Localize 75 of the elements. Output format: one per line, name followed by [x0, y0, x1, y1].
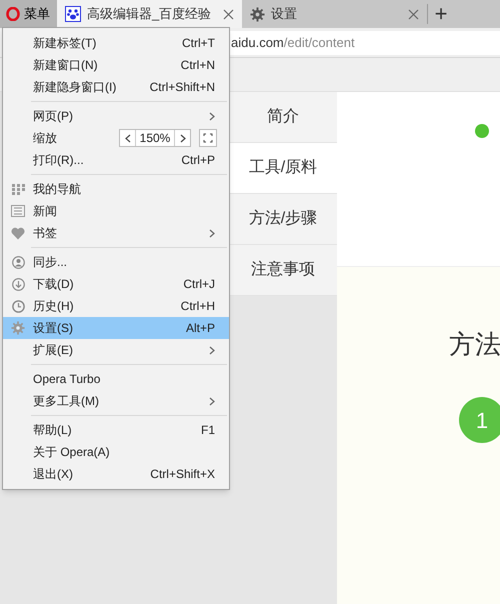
shortcut-label: Ctrl+Shift+X	[150, 466, 215, 483]
menu-item[interactable]: 我的导航	[3, 178, 229, 200]
menu-label: 我的导航	[33, 181, 82, 198]
shortcut-label: Ctrl+N	[180, 57, 215, 74]
menu-item[interactable]: 网页(P)	[3, 105, 229, 127]
clock-icon	[12, 300, 24, 312]
menu-label: 设置(S)	[33, 320, 74, 337]
opera-logo-icon	[6, 7, 20, 21]
newspaper-icon	[11, 205, 25, 217]
menu-label: 打印(R)...	[33, 152, 85, 169]
menu-item[interactable]: 书签	[3, 222, 229, 244]
menu-item[interactable]: 打印(R)... Ctrl+P	[3, 149, 229, 171]
menu-label: 下载(D)	[33, 276, 75, 293]
shortcut-label: Alt+P	[186, 320, 215, 337]
menu-item[interactable]: 扩展(E)	[3, 339, 229, 361]
nav-item[interactable]: 方法/步骤	[229, 194, 337, 245]
menu-item[interactable]: 历史(H) Ctrl+H	[3, 295, 229, 317]
menu-item[interactable]: 退出(X) Ctrl+Shift+X	[3, 463, 229, 485]
nav-item[interactable]: 工具/原料	[229, 143, 337, 194]
fullscreen-icon	[203, 133, 213, 143]
shortcut-label: Ctrl+P	[181, 152, 215, 169]
menu-item[interactable]: 新建隐身窗口(I) Ctrl+Shift+N	[3, 76, 229, 98]
grid-icon	[12, 184, 24, 194]
menu-label: 历史(H)	[33, 298, 75, 315]
menu-label: 网页(P)	[33, 108, 74, 125]
chevron-right-icon	[209, 228, 215, 238]
fullscreen-button[interactable]	[199, 129, 217, 147]
chevron-right-icon	[209, 396, 215, 406]
menu-item[interactable]: 新建标签(T) Ctrl+T	[3, 32, 229, 54]
shortcut-label: Ctrl+H	[180, 298, 215, 315]
section-heading: 方法	[449, 328, 500, 361]
menu-label: 新建标签(T)	[33, 35, 98, 52]
shortcut-label: Ctrl+T	[182, 35, 215, 52]
menu-item[interactable]: 新建窗口(N) Ctrl+N	[3, 54, 229, 76]
shortcut-label: Ctrl+J	[183, 276, 215, 293]
chevron-right-icon	[180, 134, 186, 142]
nav-item[interactable]: 简介	[229, 92, 337, 143]
close-icon[interactable]	[223, 8, 234, 20]
paw-icon	[65, 6, 81, 22]
new-tab-button[interactable]: +	[428, 0, 454, 28]
menu-item[interactable]: 更多工具(M)	[3, 390, 229, 412]
user-icon	[12, 256, 24, 268]
menu-label: 退出(X)	[33, 466, 74, 483]
menu-item[interactable]: 关于 Opera(A)	[3, 441, 229, 463]
shortcut-label: F1	[200, 422, 215, 439]
address-field[interactable]: aidu.com/edit/content	[229, 30, 500, 54]
menu-item[interactable]: Opera Turbo	[3, 368, 229, 390]
menu-label: 帮助(L)	[33, 422, 73, 439]
menu-label: 扩展(E)	[33, 342, 74, 359]
menu-label: 新闻	[33, 203, 58, 220]
menu-item[interactable]: 新闻	[3, 200, 229, 222]
nav-item[interactable]: 注意事项	[229, 245, 337, 296]
shortcut-label: Ctrl+Shift+N	[150, 79, 215, 96]
menu-label: 新建隐身窗口(I)	[33, 79, 118, 96]
menu-item[interactable]: 设置(S) Alt+P	[3, 317, 229, 339]
gear-icon	[11, 321, 25, 335]
menu-label: 同步...	[33, 254, 68, 271]
menu-item[interactable]: 同步...	[3, 251, 229, 273]
zoom-value: 150%	[138, 130, 172, 146]
step-number: 1	[459, 397, 500, 443]
chevron-right-icon	[209, 112, 215, 120]
zoom-label: 缩放	[33, 130, 58, 147]
close-icon[interactable]	[408, 8, 419, 20]
menu-label: 新建窗口(N)	[33, 57, 99, 74]
chevron-right-icon	[209, 346, 215, 354]
menu-item[interactable]: 下载(D) Ctrl+J	[3, 273, 229, 295]
menu-label: 更多工具(M)	[33, 393, 100, 410]
menu-button[interactable]: 菜单	[0, 0, 57, 28]
menu-label: 书签	[33, 225, 58, 242]
gear-icon	[250, 6, 265, 22]
browser-tab[interactable]: 高级编辑器_百度经验	[57, 0, 242, 28]
chevron-left-icon	[124, 134, 130, 142]
heart-icon	[11, 226, 25, 240]
menu-item[interactable]: 帮助(L) F1	[3, 419, 229, 441]
download-icon	[12, 278, 24, 290]
